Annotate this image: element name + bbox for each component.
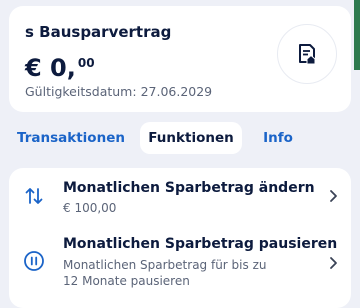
balance-amount: € 0, xyxy=(25,54,76,82)
validity-label: Gültigkeitsdatum: xyxy=(25,84,137,99)
pause-circle-icon xyxy=(24,251,44,271)
list-item-title: Monatlichen Sparbetrag pausieren xyxy=(63,236,338,252)
swap-arrows-icon xyxy=(25,188,43,204)
list-item-pause-savings-amount[interactable]: Monatlichen Sparbetrag pausieren Monatli… xyxy=(9,228,351,308)
balance: € 0, 00 xyxy=(25,54,95,82)
list-item-change-savings-amount[interactable]: Monatlichen Sparbetrag ändern € 100,00 xyxy=(9,168,351,224)
functions-list: Monatlichen Sparbetrag ändern € 100,00 M… xyxy=(9,168,351,308)
validity-value: 27.06.2029 xyxy=(140,84,213,99)
tab-info[interactable]: Info xyxy=(259,122,297,154)
balance-cents: 00 xyxy=(77,56,95,70)
document-button[interactable] xyxy=(277,24,337,84)
product-title: s Bausparvertrag xyxy=(25,23,172,41)
background-accent-strip xyxy=(354,0,360,70)
tab-transaktionen[interactable]: Transaktionen xyxy=(17,122,125,154)
account-card[interactable]: s Bausparvertrag € 0, 00 Gültigkeitsdatu… xyxy=(9,6,351,112)
list-item-title: Monatlichen Sparbetrag ändern xyxy=(63,180,315,196)
list-item-subtitle: € 100,00 xyxy=(63,201,117,215)
validity-date: Gültigkeitsdatum: 27.06.2029 xyxy=(25,84,212,99)
list-item-subtitle: Monatlichen Sparbetrag für bis zu 12 Mon… xyxy=(63,258,267,288)
tab-funktionen[interactable]: Funktionen xyxy=(140,122,242,154)
chevron-right-icon xyxy=(330,190,337,202)
chevron-right-icon xyxy=(330,257,337,269)
tab-bar: Transaktionen Funktionen Info xyxy=(9,122,351,154)
document-home-icon xyxy=(299,44,316,65)
